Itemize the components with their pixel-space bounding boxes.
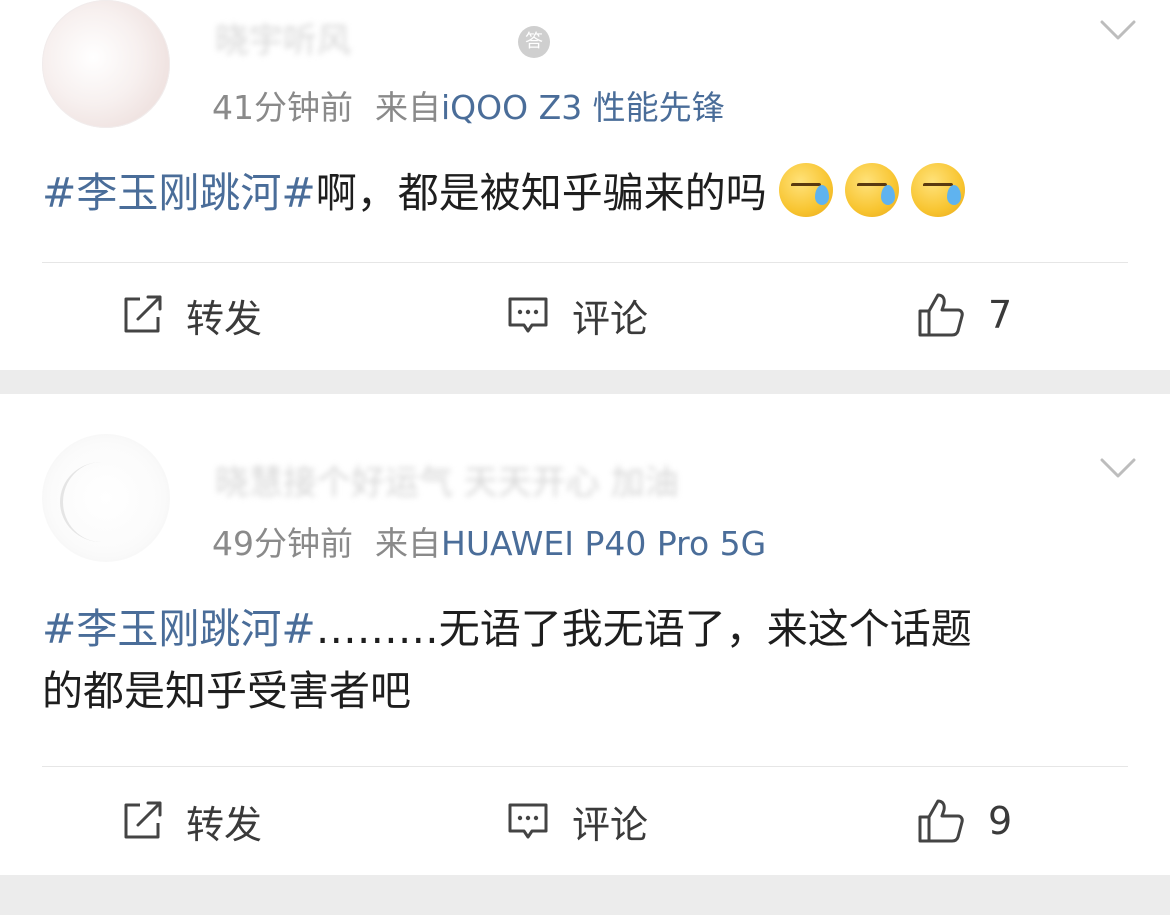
repost-button[interactable]: 转发	[120, 290, 263, 341]
comment-button[interactable]: 评论	[506, 290, 649, 341]
avatar[interactable]	[42, 434, 170, 562]
divider	[42, 262, 1128, 263]
comment-icon	[508, 803, 548, 839]
like-count: 9	[988, 799, 1013, 843]
thumbs-up-icon	[918, 799, 964, 843]
avatar[interactable]	[42, 0, 170, 128]
hashtag-link[interactable]: #李玉刚跳河#	[42, 605, 316, 653]
repost-label: 转发	[186, 802, 263, 847]
post-text-line: ………无语了我无语了，来这个话题	[315, 605, 972, 653]
share-icon	[124, 295, 162, 333]
post-content: #李玉刚跳河#………无语了我无语了，来这个话题 的都是知乎受害者吧	[42, 598, 1110, 722]
comment-label: 评论	[572, 802, 649, 847]
device-link[interactable]: iQOO Z3 性能先锋	[441, 88, 725, 127]
post-meta: 41分钟前 来自iQOO Z3 性能先锋	[212, 86, 725, 130]
like-button[interactable]: 9	[916, 796, 1012, 846]
chevron-down-icon[interactable]	[1100, 450, 1136, 486]
sweat-face-icon	[910, 163, 965, 217]
comment-label: 评论	[572, 296, 649, 341]
source-label: 来自	[375, 88, 441, 127]
post-meta: 49分钟前 来自HUAWEI P40 Pro 5G	[212, 522, 766, 566]
username[interactable]: 晓慧接个好运气 天天开心 加油	[215, 460, 679, 506]
post-text: 啊，都是被知乎骗来的吗	[315, 169, 767, 217]
sweat-face-icon	[778, 163, 833, 217]
share-icon	[124, 801, 162, 839]
weibo-post: 晓宇听风 答 41分钟前 来自iQOO Z3 性能先锋 #李玉刚跳河#啊，都是被知…	[0, 0, 1170, 370]
avatar-art	[60, 462, 143, 542]
divider	[42, 766, 1128, 767]
repost-button[interactable]: 转发	[120, 796, 263, 847]
source-label: 来自	[375, 524, 441, 563]
comment-icon	[508, 297, 548, 333]
post-text-line: 的都是知乎受害者吧	[42, 667, 411, 715]
thumbs-up-icon	[918, 293, 964, 337]
like-button[interactable]: 7	[916, 290, 1012, 340]
device-link[interactable]: HUAWEI P40 Pro 5G	[441, 524, 766, 563]
username[interactable]: 晓宇听风	[215, 18, 351, 64]
comment-button[interactable]: 评论	[506, 796, 649, 847]
member-badge-icon: 答	[518, 26, 550, 58]
chevron-down-icon[interactable]	[1100, 12, 1136, 48]
post-time: 41分钟前	[212, 88, 353, 127]
post-time: 49分钟前	[212, 524, 353, 563]
like-count: 7	[988, 293, 1013, 337]
repost-label: 转发	[186, 296, 263, 341]
post-content: #李玉刚跳河#啊，都是被知乎骗来的吗	[42, 162, 1110, 224]
hashtag-link[interactable]: #李玉刚跳河#	[42, 169, 316, 217]
sweat-face-icon	[844, 163, 899, 217]
weibo-post: 晓慧接个好运气 天天开心 加油 49分钟前 来自HUAWEI P40 Pro 5G…	[0, 394, 1170, 875]
